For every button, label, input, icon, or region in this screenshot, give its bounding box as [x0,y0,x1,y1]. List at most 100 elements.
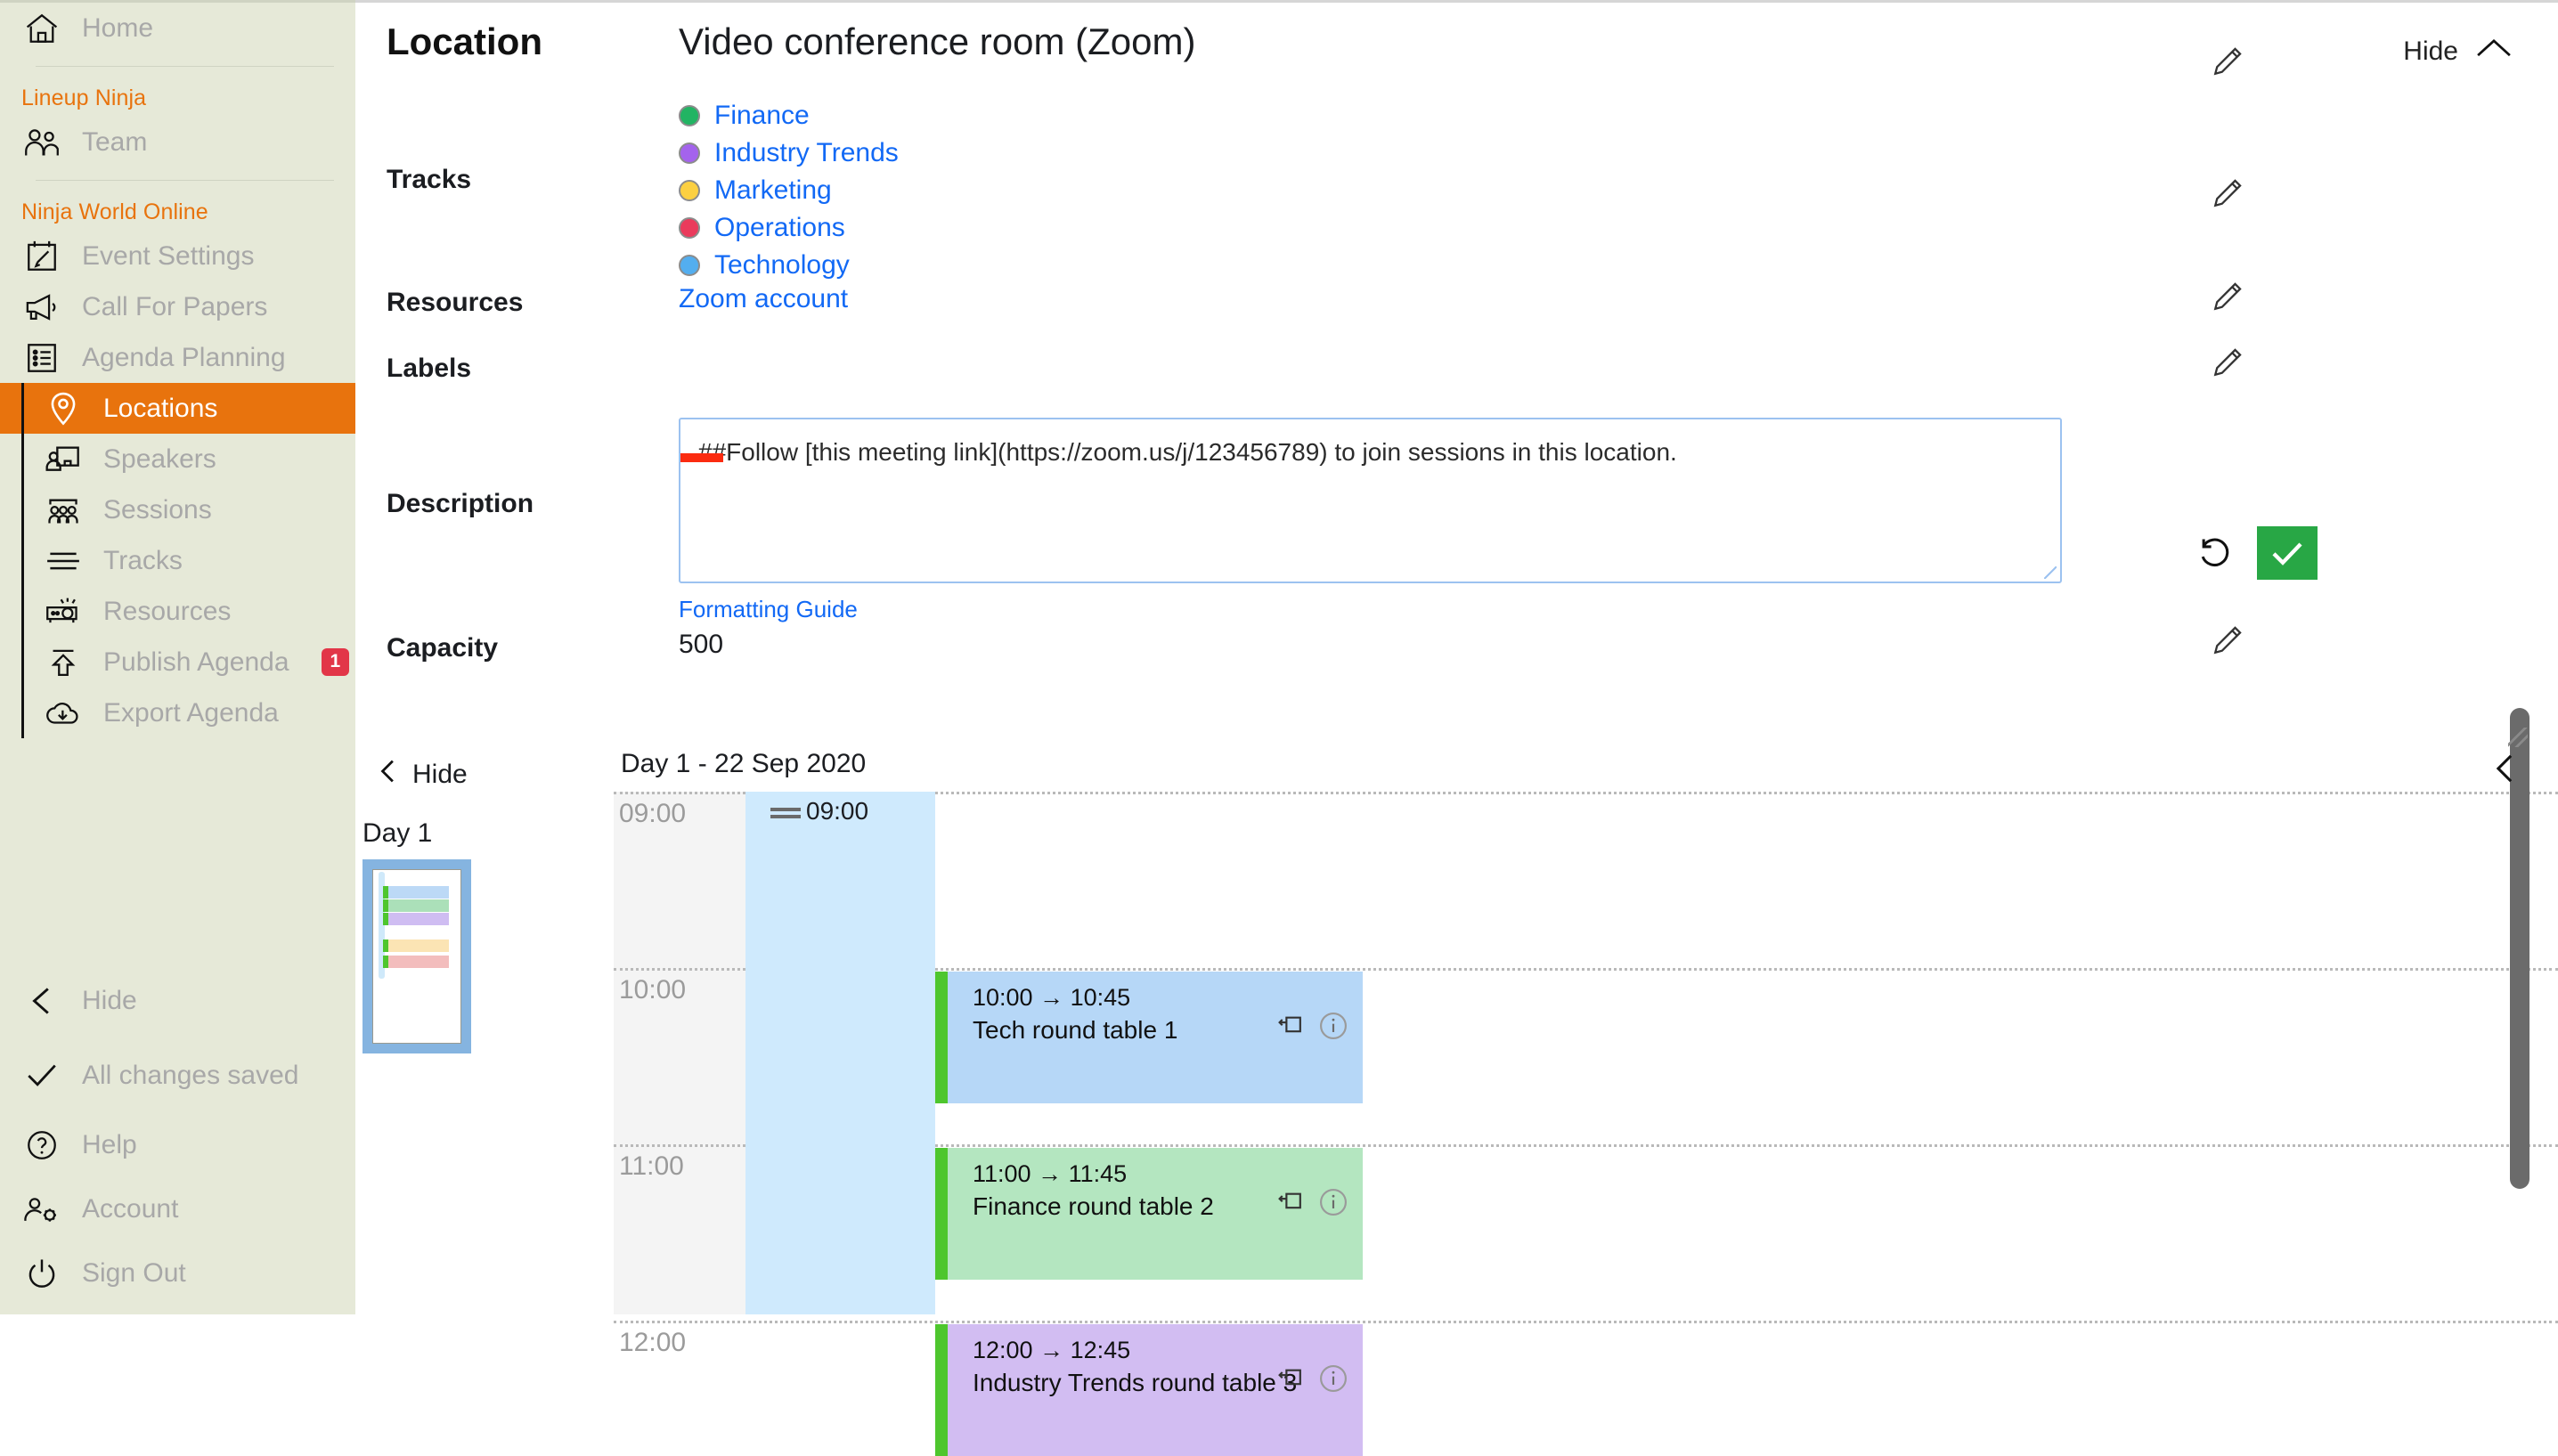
sidebar-item-account[interactable]: Account [0,1177,355,1241]
edit-location-name-button[interactable] [2212,45,2244,82]
track-item: Marketing [679,172,2558,209]
undo-description-button[interactable] [2195,533,2234,574]
account-gear-icon [21,1192,62,1227]
upload-icon [43,645,84,680]
pin-icon[interactable] [1275,1190,1306,1219]
drag-handle-icon[interactable] [770,808,801,818]
page-title: Location [387,20,542,62]
audience-icon [43,492,84,528]
track-color-dot [679,217,700,239]
sidebar-item-sign-out[interactable]: Sign Out [0,1241,355,1306]
sidebar: Home Lineup Ninja Team Ninja World Onlin… [0,0,355,1314]
event-time: 10:00 → 10:45 [973,984,1131,1011]
pin-icon[interactable] [1275,1366,1306,1395]
calendar-title: Day 1 - 22 Sep 2020 [621,749,867,778]
question-circle-icon [21,1127,62,1163]
agenda-hide-button[interactable]: Hide [355,736,614,792]
sidebar-item-label: Sessions [103,494,212,525]
sidebar-item-publish-agenda[interactable]: Publish Agenda 1 [0,637,355,687]
main-content: Hide Location Video conference room (Zoo… [355,0,2558,1456]
description-actions [2195,526,2318,580]
sidebar-item-label: Resources [103,596,232,626]
current-time-column[interactable]: 09:00 [745,792,935,1314]
info-icon[interactable] [1318,1187,1348,1222]
sidebar-item-label: Export Agenda [103,697,279,728]
thumbnail-bar-body [388,939,449,952]
resources-label: Resources [387,288,524,317]
edit-resources-button[interactable] [2212,281,2244,317]
sidebar-item-speakers[interactable]: Speakers [0,434,355,484]
track-color-dot [679,180,700,201]
track-link[interactable]: Operations [714,213,845,243]
sidebar-group-title-lineup-ninja: Lineup Ninja [21,85,147,110]
sidebar-item-sessions[interactable]: Sessions [0,484,355,535]
calendar-event[interactable]: 12:00 → 12:45 Industry Trends round table… [935,1324,1363,1456]
tracks-row: Tracks Finance Industry Trends Marketing Op… [355,97,2558,284]
list-icon [21,340,62,376]
thumbnail-bar-body [388,913,449,925]
home-icon [21,11,62,46]
sidebar-item-home[interactable]: Home [0,3,355,53]
pin-icon[interactable] [1275,1013,1306,1043]
day-selector-panel: Hide Day 1 [355,736,614,1314]
megaphone-icon [21,289,62,325]
calendar-edit-icon [21,239,62,274]
thumbnail-bar [383,886,449,899]
formatting-guide-link[interactable]: Formatting Guide [679,596,858,622]
lines-icon [43,543,84,579]
hour-label: 12:00 [619,1328,687,1357]
track-link[interactable]: Technology [714,250,850,281]
day-thumbnail[interactable] [363,859,471,1053]
location-name: Video conference room (Zoom) [679,20,1196,62]
sidebar-hide-button[interactable]: Hide [0,964,355,1038]
tracks-label: Tracks [387,165,472,194]
location-header-row: Location Video conference room (Zoom) [355,20,2558,97]
save-description-button[interactable] [2257,526,2318,580]
event-title: Tech round table 1 [973,1016,1178,1044]
track-link[interactable]: Marketing [714,175,832,206]
track-color-dot [679,105,700,126]
sidebar-item-call-for-papers[interactable]: Call For Papers [0,281,355,332]
sidebar-item-help[interactable]: Help [0,1113,355,1177]
location-details-form: Location Video conference room (Zoom) Tr… [355,3,2558,701]
track-link[interactable]: Industry Trends [714,138,899,168]
event-track-stripe [935,1324,948,1456]
spellcheck-marker [680,453,723,462]
calendar: Day 1 - 22 Sep 2020 09:00 10:00 11:00 12:00… [614,736,2558,1456]
sidebar-item-label: Team [82,126,148,157]
info-icon[interactable] [1318,1011,1348,1045]
sidebar-item-resources[interactable]: Resources [0,586,355,637]
event-title: Industry Trends round table 3 [973,1369,1298,1396]
edit-capacity-button[interactable] [2212,624,2244,661]
edit-tracks-button[interactable] [2212,177,2244,214]
sidebar-item-agenda-planning[interactable]: Agenda Planning [0,332,355,383]
sidebar-item-label: Account [82,1194,179,1224]
sidebar-divider-1 [36,66,334,67]
sidebar-item-export-agenda[interactable]: Export Agenda [0,687,355,738]
description-input[interactable]: ##Follow [this meeting link](https://zoo… [679,418,2062,583]
track-link[interactable]: Finance [714,101,810,131]
edit-labels-button[interactable] [2212,346,2244,383]
track-color-dot [679,255,700,276]
sidebar-item-locations[interactable]: Locations [0,383,355,434]
sidebar-item-team[interactable]: Team [0,117,355,167]
track-item: Operations [679,209,2558,247]
current-time-label: 09:00 [806,797,869,825]
sidebar-item-tracks[interactable]: Tracks [0,535,355,586]
panel-resize-handle[interactable] [2508,728,2528,747]
textarea-resize-handle[interactable] [2044,566,2057,579]
info-icon[interactable] [1318,1363,1348,1398]
collapse-right-panel-button[interactable] [2490,751,2519,791]
thumbnail-bar-body [388,956,449,968]
sidebar-item-label: Locations [103,393,218,423]
event-time: 12:00 → 12:45 [973,1337,1131,1363]
hour-label: 10:00 [619,975,687,1005]
sidebar-item-label: Help [82,1130,137,1159]
sidebar-item-event-settings[interactable]: Event Settings [0,231,355,281]
cloud-download-icon [43,695,84,731]
sidebar-item-label: Speakers [103,443,216,474]
resource-link-zoom-account[interactable]: Zoom account [679,284,848,313]
calendar-event[interactable]: 11:00 → 11:45 Finance round table 2 [935,1148,1363,1280]
description-label: Description [387,489,534,518]
calendar-event[interactable]: 10:00 → 10:45 Tech round table 1 [935,972,1363,1103]
